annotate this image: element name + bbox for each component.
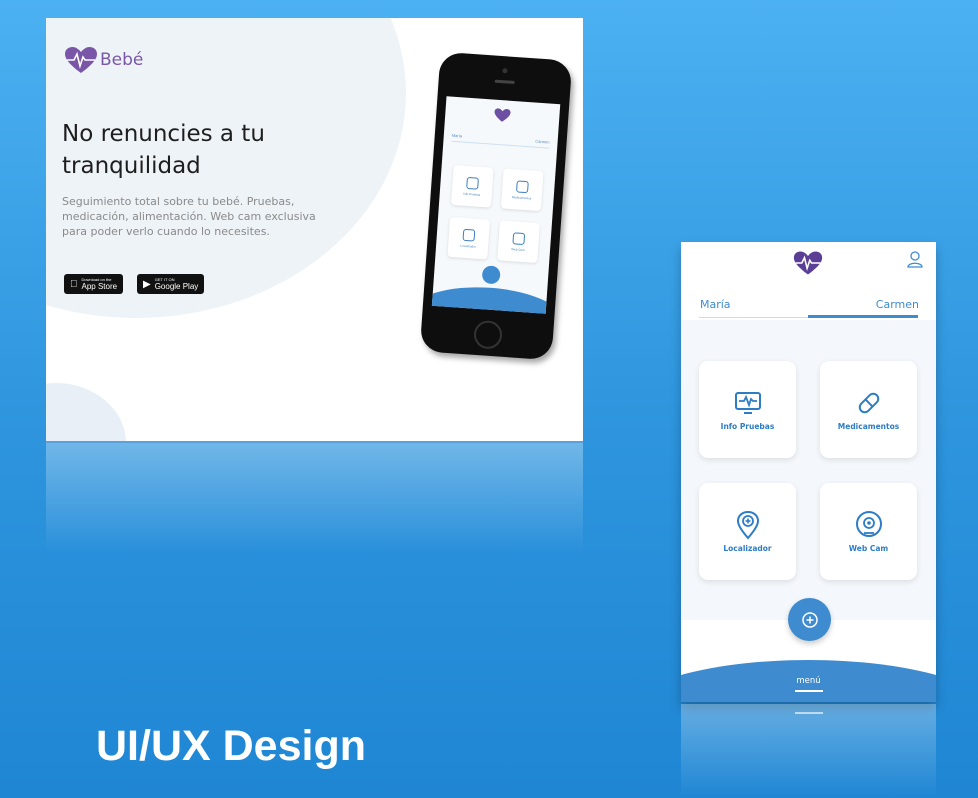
mini-tile-label: Info Pruebas	[463, 191, 481, 197]
mini-bottom-wave	[431, 282, 561, 314]
tile-label: Web Cam	[848, 544, 889, 553]
app-reflection	[681, 704, 936, 798]
tile-label: Medicamentos	[837, 422, 900, 431]
pill-icon	[858, 392, 879, 414]
phone-home-button	[473, 319, 503, 350]
menu-underline	[795, 690, 823, 692]
tile-medicamentos[interactable]: Medicamentos	[820, 361, 917, 458]
monitor-heartbeat-icon	[734, 392, 761, 414]
app-store-badge-label: App Store	[74, 282, 118, 291]
plus-circle-icon	[801, 611, 818, 628]
mini-tile-localizador: Localizador	[447, 216, 491, 260]
phone-camera	[502, 68, 508, 74]
user-icon[interactable]	[906, 250, 924, 268]
mini-fab	[481, 265, 501, 285]
heart-heartbeat-icon	[65, 47, 97, 73]
mini-tile-label: Localizador	[460, 243, 476, 249]
mini-location-pin-icon	[462, 228, 476, 242]
heart-heartbeat-icon	[793, 251, 823, 275]
mini-webcam-icon	[512, 231, 526, 245]
mini-tab-maria: María	[451, 132, 463, 139]
mini-tile-medicamentos: Medicamentos	[500, 168, 544, 212]
app-screen-mockup: María Carmen Info Pruebas Medicamentos L…	[681, 242, 936, 702]
mini-tile-web-cam: Web Cam	[497, 220, 540, 264]
tab-maria[interactable]: María	[700, 298, 731, 311]
add-button[interactable]	[788, 598, 831, 641]
landing-page-preview: Bebé No renuncies a tu tranquilidad Segu…	[46, 18, 583, 443]
phone-screen: María Carmen Info Pruebas Medicamentos L…	[431, 96, 561, 314]
phone-speaker	[494, 79, 515, 84]
google-play-badge-label: Google Play	[154, 282, 199, 291]
hero-headline: No renuncies a tu tranquilidad	[62, 121, 265, 179]
tile-label: Localizador	[723, 544, 772, 553]
landing-reflection	[46, 443, 583, 553]
mini-tile-info-pruebas: Info Pruebas	[450, 164, 494, 208]
reflection-menu-line	[795, 712, 823, 714]
background-blob-small	[46, 383, 126, 441]
brand-logo[interactable]: Bebé	[64, 46, 143, 74]
caption-title: UI/UX Design	[96, 722, 366, 770]
app-store-badge[interactable]:  Download on the App Store	[64, 274, 124, 294]
tile-label: Info Pruebas	[720, 422, 775, 431]
menu-label[interactable]: menú	[681, 676, 936, 686]
tile-info-pruebas[interactable]: Info Pruebas	[699, 361, 796, 458]
mini-tile-label: Medicamentos	[511, 194, 532, 200]
tile-web-cam[interactable]: Web Cam	[820, 483, 917, 580]
tab-active-indicator	[808, 315, 918, 318]
hero-description: Seguimiento total sobre tu bebé. Pruebas…	[62, 195, 316, 238]
mini-monitor-heartbeat-icon	[466, 176, 479, 190]
mini-pill-icon	[516, 179, 529, 193]
tab-carmen[interactable]: Carmen	[876, 298, 919, 311]
mini-heart-icon	[494, 108, 511, 122]
apple-icon: 	[70, 279, 78, 290]
location-pin-icon	[736, 510, 759, 540]
phone-mockup: María Carmen Info Pruebas Medicamentos L…	[419, 51, 573, 361]
logo-text: Bebé	[100, 50, 144, 70]
mini-tile-label: Web Cam	[511, 246, 525, 252]
webcam-icon	[855, 511, 882, 537]
google-play-badge[interactable]: ▶ GET IT ON Google Play	[137, 274, 205, 294]
tile-localizador[interactable]: Localizador	[699, 483, 796, 580]
mini-tab-carmen: Carmen	[535, 138, 550, 145]
play-icon: ▶	[143, 278, 151, 290]
